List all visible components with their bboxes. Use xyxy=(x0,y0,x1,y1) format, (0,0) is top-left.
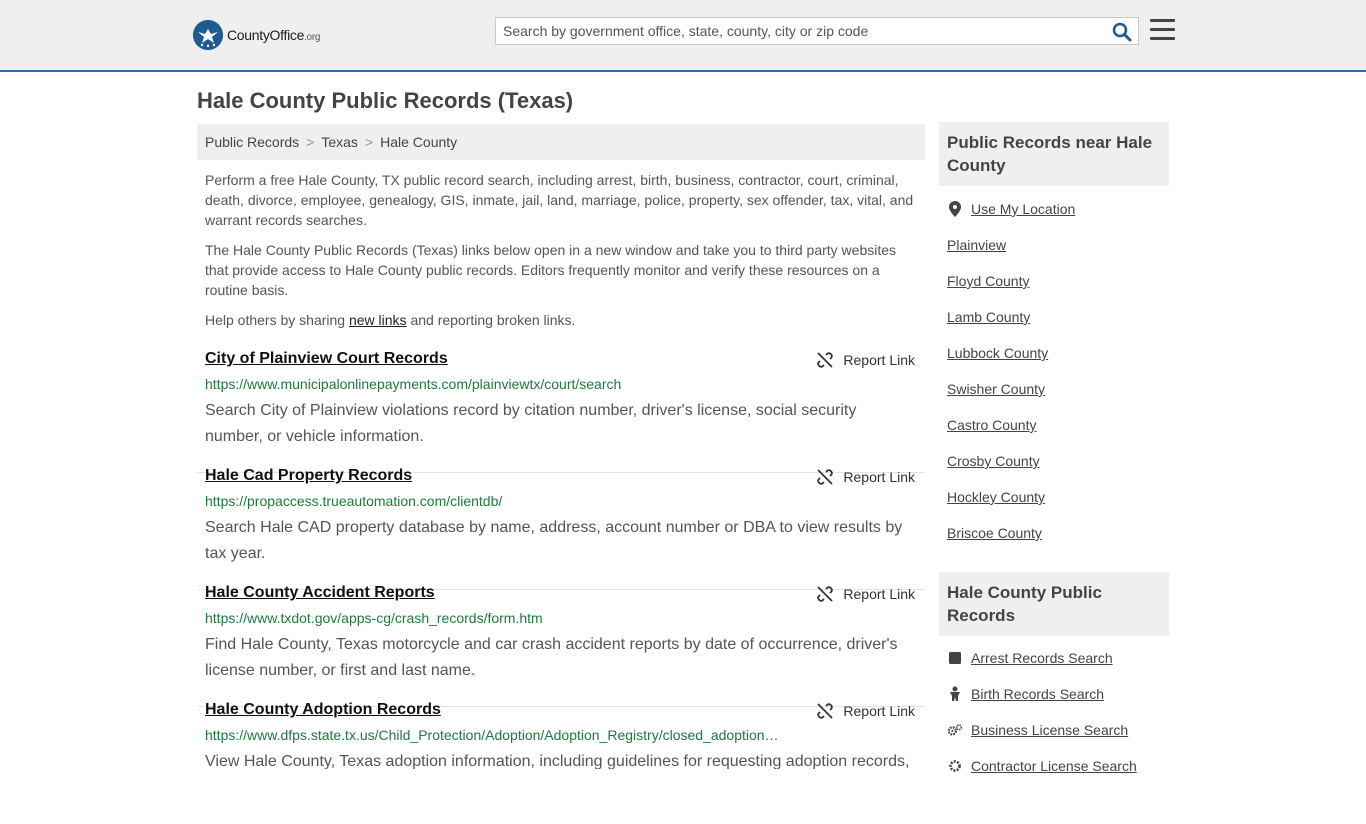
report-link-button[interactable]: Report Link xyxy=(817,703,915,719)
nearby-link-castro-county[interactable]: Castro County xyxy=(947,417,1036,433)
baby-icon xyxy=(947,686,963,702)
report-link-button[interactable]: Report Link xyxy=(817,352,915,368)
nearby-link-hockley-county[interactable]: Hockley County xyxy=(947,489,1045,505)
nearby-link-swisher-county[interactable]: Swisher County xyxy=(947,381,1045,397)
birth-records-link[interactable]: Birth Records Search xyxy=(947,686,1104,702)
listing-title-link[interactable]: City of Plainview Court Records xyxy=(205,350,448,368)
listing-description: Search City of Plainview violations reco… xyxy=(205,402,857,445)
gear-icon xyxy=(947,758,963,774)
arrest-records-link[interactable]: Arrest Records Search xyxy=(947,650,1113,666)
intro-paragraph: Perform a free Hale County, TX public re… xyxy=(205,172,914,228)
new-links-link[interactable]: new links xyxy=(349,312,407,328)
site-header: CountyOffice.org xyxy=(0,0,1366,72)
search-bar xyxy=(495,17,1139,45)
broken-link-icon xyxy=(817,469,834,485)
broken-link-icon xyxy=(817,352,834,368)
map-pin-icon xyxy=(947,201,963,217)
breadcrumb: Public Records > Texas > Hale County xyxy=(197,124,925,160)
report-link-button[interactable]: Report Link xyxy=(817,469,915,485)
county-records-heading: Hale County Public Records xyxy=(939,572,1169,636)
square-icon xyxy=(947,650,963,666)
use-my-location-link[interactable]: Use My Location xyxy=(947,201,1075,217)
breadcrumb-separator: > xyxy=(306,134,315,150)
report-link-button[interactable]: Report Link xyxy=(817,586,915,602)
logo-text: CountyOffice.org xyxy=(227,27,321,43)
broken-link-icon xyxy=(817,586,834,602)
listing-url: https://www.municipalonlinepayments.com/… xyxy=(205,376,622,392)
search-icon[interactable] xyxy=(1112,22,1132,42)
record-listing: Hale County Adoption Records Report Link… xyxy=(197,701,925,824)
hamburger-menu-icon[interactable] xyxy=(1150,19,1175,41)
record-listing: Hale County Accident Reports Report Link… xyxy=(197,584,925,707)
broken-link-icon xyxy=(817,703,834,719)
search-input[interactable] xyxy=(503,18,1103,44)
listing-title-link[interactable]: Hale Cad Property Records xyxy=(205,467,412,485)
record-listing: City of Plainview Court Records Report L… xyxy=(197,350,925,473)
nearby-link-lubbock-county[interactable]: Lubbock County xyxy=(947,345,1048,361)
record-listing: Hale Cad Property Records Report Link ht… xyxy=(197,467,925,590)
listing-url: https://www.txdot.gov/apps-cg/crash_reco… xyxy=(205,610,543,626)
breadcrumb-texas[interactable]: Texas xyxy=(321,134,358,150)
gears-icon xyxy=(947,722,963,738)
listing-url: https://propaccess.trueautomation.com/cl… xyxy=(205,493,503,509)
help-paragraph: Help others by sharing new links and rep… xyxy=(205,312,576,328)
listing-url: https://www.dfps.state.tx.us/Child_Prote… xyxy=(205,727,779,743)
breadcrumb-separator: > xyxy=(364,134,374,150)
nearby-link-crosby-county[interactable]: Crosby County xyxy=(947,453,1040,469)
nearby-records-heading: Public Records near Hale County xyxy=(939,122,1169,186)
listing-description: View Hale County, Texas adoption informa… xyxy=(205,753,910,769)
listing-title-link[interactable]: Hale County Adoption Records xyxy=(205,701,441,719)
nearby-link-briscoe-county[interactable]: Briscoe County xyxy=(947,525,1042,541)
listing-description: Find Hale County, Texas motorcycle and c… xyxy=(205,636,898,679)
business-license-link[interactable]: Business License Search xyxy=(947,722,1128,738)
site-logo[interactable]: CountyOffice.org xyxy=(193,19,320,51)
breadcrumb-hale-county[interactable]: Hale County xyxy=(380,134,457,150)
listing-description: Search Hale CAD property database by nam… xyxy=(205,519,903,562)
contractor-license-link[interactable]: Contractor License Search xyxy=(947,758,1137,774)
page-title: Hale County Public Records (Texas) xyxy=(197,88,574,113)
disclaimer-paragraph: The Hale County Public Records (Texas) l… xyxy=(205,242,897,298)
listing-title-link[interactable]: Hale County Accident Reports xyxy=(205,584,435,602)
logo-eagle-icon xyxy=(193,20,223,50)
nearby-link-plainview[interactable]: Plainview xyxy=(947,237,1006,253)
nearby-link-floyd-county[interactable]: Floyd County xyxy=(947,273,1029,289)
nearby-link-lamb-county[interactable]: Lamb County xyxy=(947,309,1030,325)
breadcrumb-public-records[interactable]: Public Records xyxy=(205,134,299,150)
